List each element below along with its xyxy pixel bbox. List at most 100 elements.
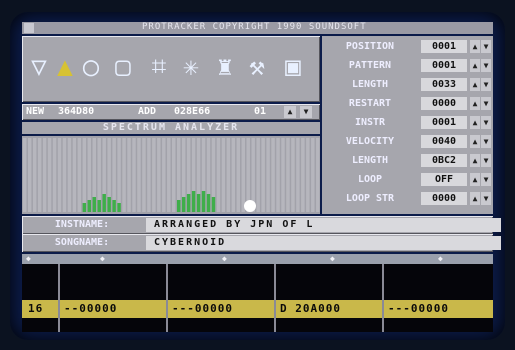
channel-3-icon[interactable]: ◆: [330, 254, 335, 264]
param-value[interactable]: 0040: [421, 135, 467, 148]
channel-4-cell[interactable]: ---00000: [388, 300, 449, 318]
channel-divider: [274, 264, 276, 332]
spectrum-slot: [216, 138, 221, 212]
up-arrow-icon[interactable]: ▲: [470, 78, 480, 91]
spectrum-bar: [87, 200, 92, 212]
channel-mute-icon[interactable]: ◆: [26, 254, 31, 264]
spectrum-slot: [77, 138, 82, 212]
up-arrow-icon[interactable]: ▲: [470, 97, 480, 110]
param-value[interactable]: 0001: [421, 116, 467, 129]
spectrum-bar: [112, 200, 116, 212]
down-arrow-icon[interactable]: ▼: [300, 106, 312, 118]
spectrum-slot: [42, 138, 47, 212]
spectrum-slot: [306, 138, 310, 212]
wrench-icon[interactable]: ⚒: [244, 40, 270, 94]
spectrum-slot: [281, 138, 285, 212]
ear-icon[interactable]: ◯: [78, 40, 104, 94]
spectrum-slot: [152, 138, 156, 212]
filter-icon[interactable]: ▽: [26, 40, 52, 94]
spectrum-slot: [117, 138, 121, 212]
up-arrow-icon[interactable]: ▲: [470, 40, 480, 53]
spectrum-bar: [211, 197, 216, 212]
param-value[interactable]: 0001: [421, 59, 467, 72]
param-value[interactable]: 0001: [421, 40, 467, 53]
param-label: LOOP STR: [345, 193, 395, 204]
tuner-icon[interactable]: ▲: [52, 40, 78, 94]
spectrum-bar: [201, 191, 206, 212]
spectrum-slot: [52, 138, 57, 212]
songname-label: SONGNAME:: [54, 237, 110, 248]
mouse-pointer: [244, 200, 256, 212]
param-value[interactable]: 0000: [421, 192, 467, 205]
down-arrow-icon[interactable]: ▼: [481, 40, 491, 53]
down-arrow-icon[interactable]: ▼: [481, 59, 491, 72]
songname-value[interactable]: CYBERNOID: [146, 236, 501, 250]
param-value[interactable]: 0033: [421, 78, 467, 91]
param-row: LENGTH 0033 ▲ ▼: [322, 76, 493, 93]
song-params-panel: POSITION 0001 ▲ ▼ PATTERN 0001 ▲ ▼ LENGTH 0033 ▲ ▼ R…: [322, 36, 493, 214]
channel-4-icon[interactable]: ◆: [438, 254, 443, 264]
spectrum-slot: [301, 138, 305, 212]
spectrum-bar: [117, 203, 121, 212]
spectrum-slot: [271, 138, 275, 212]
param-value[interactable]: 0000: [421, 97, 467, 110]
title-bar: PROTRACKER COPYRIGHT 1990 SOUNDSOFT: [22, 22, 493, 34]
param-label: PATTERN: [348, 60, 392, 71]
channel-2-icon[interactable]: ◆: [222, 254, 227, 264]
param-label: RESTART: [348, 98, 392, 109]
spectrum-slot: [241, 138, 245, 212]
param-label: LENGTH: [351, 155, 389, 166]
channel-divider: [58, 264, 60, 332]
spectrum-slot: [266, 138, 270, 212]
spectrum-bar: [206, 194, 211, 212]
param-row: LOOP OFF ▲ ▼: [322, 171, 493, 188]
param-value[interactable]: 0BC2: [421, 154, 467, 167]
spectrum-analyzer: [22, 136, 320, 214]
param-label: LENGTH: [351, 79, 389, 90]
param-row: VELOCITY 0040 ▲ ▼: [322, 133, 493, 150]
add-num: 01: [254, 106, 267, 117]
channel-1-cell[interactable]: --00000: [64, 300, 117, 318]
channel-2-cell[interactable]: ---00000: [172, 300, 233, 318]
down-arrow-icon[interactable]: ▼: [481, 154, 491, 167]
disk-icon[interactable]: ▣: [280, 40, 306, 94]
param-row: PATTERN 0001 ▲ ▼: [322, 57, 493, 74]
monitor-icon[interactable]: ▢: [110, 40, 136, 94]
channel-3-cell[interactable]: D 20A000: [280, 300, 341, 318]
app-title: PROTRACKER COPYRIGHT 1990 SOUNDSOFT: [142, 22, 367, 32]
up-arrow-icon[interactable]: ▲: [470, 59, 480, 72]
up-arrow-icon[interactable]: ▲: [470, 173, 480, 186]
down-arrow-icon[interactable]: ▼: [481, 97, 491, 110]
spectrum-slot: [142, 138, 146, 212]
up-arrow-icon[interactable]: ▲: [470, 154, 480, 167]
up-arrow-icon[interactable]: ▲: [284, 106, 296, 118]
down-arrow-icon[interactable]: ▼: [481, 78, 491, 91]
spectrum-slot: [57, 138, 62, 212]
close-box[interactable]: [24, 23, 34, 33]
down-arrow-icon[interactable]: ▼: [481, 116, 491, 129]
spectrum-slot: [276, 138, 280, 212]
spectrum-slot: [162, 138, 166, 212]
down-arrow-icon[interactable]: ▼: [481, 173, 491, 186]
spectrum-bar: [181, 197, 186, 212]
spectrum-slot: [32, 138, 37, 212]
pattern-editor[interactable]: 16 --00000 ---00000 D 20A000 ---00000: [22, 264, 493, 332]
down-arrow-icon[interactable]: ▼: [481, 192, 491, 205]
sample-edit-icon[interactable]: ♜: [212, 40, 238, 94]
disk-op-icon[interactable]: ⌗: [146, 40, 172, 94]
spectrum-bar: [82, 203, 87, 212]
param-value[interactable]: OFF: [421, 173, 467, 186]
spectrum-slot: [122, 138, 126, 212]
preset-icon[interactable]: ✳: [178, 40, 204, 94]
param-label: VELOCITY: [345, 136, 395, 147]
channel-1-icon[interactable]: ◆: [100, 254, 105, 264]
spectrum-bar: [92, 197, 96, 212]
spectrum-bar: [97, 200, 101, 212]
instname-value[interactable]: ARRANGED BY JPN OF L: [146, 218, 501, 232]
up-arrow-icon[interactable]: ▲: [470, 192, 480, 205]
down-arrow-icon[interactable]: ▼: [481, 135, 491, 148]
tracker-ui: PROTRACKER COPYRIGHT 1990 SOUNDSOFT ▽ ▲ …: [22, 22, 501, 332]
up-arrow-icon[interactable]: ▲: [470, 116, 480, 129]
up-arrow-icon[interactable]: ▲: [470, 135, 480, 148]
param-label: LOOP: [357, 174, 383, 185]
